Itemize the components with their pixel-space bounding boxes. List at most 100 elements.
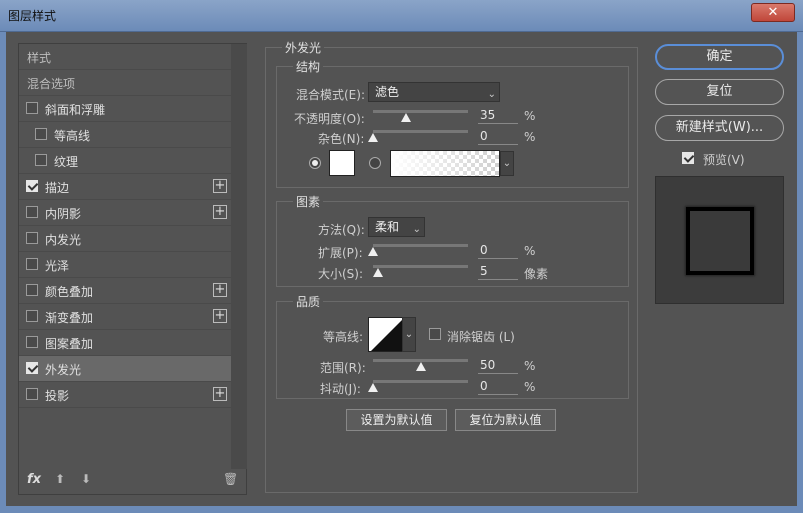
noise-label: 杂色(N): [318, 132, 365, 146]
size-label: 大小(S): [318, 267, 364, 281]
color-radio[interactable] [309, 157, 321, 169]
style-checkbox[interactable] [26, 180, 38, 192]
make-default-button[interactable]: 设置为默认值 [346, 409, 447, 431]
chevron-down-icon: ⌄ [412, 224, 421, 235]
list-item[interactable]: 描边 + [19, 174, 231, 200]
reset-button[interactable]: 复位 [655, 79, 784, 105]
contour-curve-icon [371, 320, 402, 351]
chevron-down-icon: ⌄ [487, 89, 496, 100]
opacity-slider-track[interactable] [373, 110, 468, 113]
style-label: 内阴影 [45, 207, 82, 221]
style-label: 等高线 [54, 129, 91, 143]
noise-slider-track[interactable] [373, 130, 468, 133]
style-label: 纹理 [54, 155, 79, 169]
style-checkbox[interactable] [26, 232, 38, 244]
window-frame-right [797, 32, 803, 506]
gradient-dropdown-icon[interactable]: ⌄ [500, 151, 514, 176]
opacity-input[interactable]: 35 [478, 108, 518, 124]
blend-mode-value: 滤色 [375, 85, 400, 99]
list-item[interactable]: 内发光 [19, 226, 231, 252]
noise-input[interactable]: 0 [478, 129, 518, 145]
contour-picker[interactable] [368, 317, 403, 352]
list-item[interactable]: 颜色叠加 + [19, 278, 231, 304]
trash-icon[interactable]: 🗑 [223, 472, 238, 486]
style-label: 渐变叠加 [45, 311, 94, 325]
arrow-down-icon[interactable]: ⬇ [81, 472, 91, 486]
list-item[interactable]: 投影 + [19, 382, 231, 408]
list-item[interactable]: 纹理 [19, 148, 231, 174]
style-preview [655, 176, 784, 304]
new-style-button[interactable]: 新建样式(W)... [655, 115, 784, 141]
list-item[interactable]: 外发光 [19, 356, 231, 382]
list-item[interactable]: 内阴影 + [19, 200, 231, 226]
ok-button[interactable]: 确定 [655, 44, 784, 70]
range-slider-thumb[interactable] [415, 362, 426, 371]
style-checkbox[interactable] [35, 128, 47, 140]
style-checkbox[interactable] [26, 362, 38, 374]
spread-slider-thumb[interactable] [368, 247, 378, 256]
add-style-icon[interactable]: + [213, 387, 227, 401]
style-checkbox[interactable] [26, 206, 38, 218]
jitter-label: 抖动(J): [320, 382, 361, 396]
jitter-slider-thumb[interactable] [368, 383, 378, 392]
list-item-blend-options[interactable]: 混合选项 [19, 70, 231, 96]
style-checkbox[interactable] [26, 310, 38, 322]
arrow-up-icon[interactable]: ⬆ [55, 472, 65, 486]
list-item[interactable]: 斜面和浮雕 [19, 96, 231, 122]
list-scrollbar[interactable] [231, 44, 247, 469]
fx-button[interactable]: fx [27, 472, 41, 487]
window-frame-bottom [0, 506, 803, 513]
noise-unit: % [524, 130, 536, 144]
spread-label: 扩展(P): [318, 246, 363, 260]
add-style-icon[interactable]: + [213, 179, 227, 193]
size-slider-track[interactable] [373, 265, 468, 268]
list-header-styles[interactable]: 样式 [19, 44, 231, 70]
technique-value: 柔和 [375, 220, 400, 234]
list-item[interactable]: 光泽 [19, 252, 231, 278]
add-style-icon[interactable]: + [213, 205, 227, 219]
add-style-icon[interactable]: + [213, 309, 227, 323]
preview-checkbox[interactable] [682, 152, 694, 164]
spread-input[interactable]: 0 [478, 243, 518, 259]
noise-slider-thumb[interactable] [368, 133, 378, 142]
gradient-radio[interactable] [369, 157, 381, 169]
style-label: 颜色叠加 [45, 285, 94, 299]
glow-gradient-picker[interactable] [390, 150, 500, 177]
list-item[interactable]: 渐变叠加 + [19, 304, 231, 330]
style-checkbox[interactable] [26, 336, 38, 348]
style-label: 内发光 [45, 233, 82, 247]
style-label: 描边 [45, 181, 70, 195]
size-slider-thumb[interactable] [372, 268, 383, 277]
list-item[interactable]: 等高线 [19, 122, 231, 148]
reset-default-button[interactable]: 复位为默认值 [455, 409, 556, 431]
add-style-icon[interactable]: + [213, 283, 227, 297]
spread-unit: % [524, 244, 536, 258]
range-label: 范围(R): [320, 361, 366, 375]
jitter-input[interactable]: 0 [478, 379, 518, 395]
contour-label: 等高线: [323, 330, 364, 344]
blend-options-label: 混合选项 [27, 77, 76, 91]
glow-color-swatch[interactable] [329, 150, 355, 176]
antialias-checkbox[interactable] [429, 328, 441, 340]
style-checkbox[interactable] [26, 388, 38, 400]
technique-select[interactable]: 柔和 ⌄ [368, 217, 425, 237]
style-list: 样式 混合选项 斜面和浮雕等高线纹理描边 + 内阴影 + 内发光光泽颜色叠加 + 渐变叠加 +… [18, 43, 247, 495]
contour-dropdown-icon[interactable]: ⌄ [402, 317, 416, 352]
size-unit: 像素 [524, 267, 549, 281]
blend-mode-select[interactable]: 滤色 ⌄ [368, 82, 500, 102]
style-checkbox[interactable] [26, 284, 38, 296]
range-input[interactable]: 50 [478, 358, 518, 374]
size-input[interactable]: 5 [478, 264, 518, 280]
list-item[interactable]: 图案叠加 [19, 330, 231, 356]
style-checkbox[interactable] [35, 154, 47, 166]
opacity-slider-thumb[interactable] [401, 113, 412, 122]
style-checkbox[interactable] [26, 102, 38, 114]
jitter-slider-track[interactable] [373, 380, 468, 383]
style-checkbox[interactable] [26, 258, 38, 270]
preview-square [686, 207, 754, 275]
antialias-label: 消除锯齿 (L) [447, 330, 515, 344]
jitter-unit: % [524, 380, 536, 394]
close-button[interactable]: ✕ [751, 3, 795, 22]
structure-title: 结构 [293, 58, 324, 75]
spread-slider-track[interactable] [373, 244, 468, 247]
